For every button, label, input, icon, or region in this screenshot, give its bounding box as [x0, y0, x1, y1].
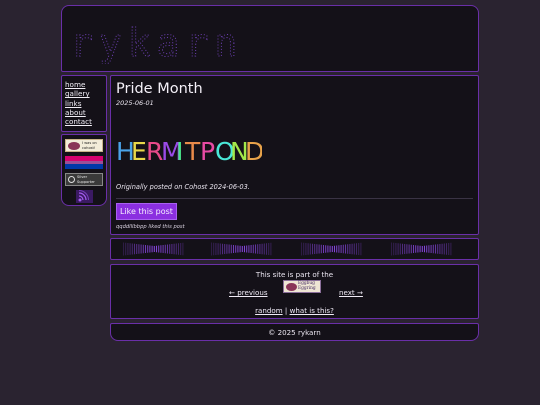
webring-info-link[interactable]: what is this? — [290, 306, 334, 315]
sidebar-nav: home gallery links about contact — [61, 75, 107, 132]
cohost-badge-label: I was on cohost! — [82, 141, 97, 150]
webring-previous-link[interactable]: ← previous — [229, 288, 268, 297]
post-image-letter: P — [200, 137, 215, 164]
post-panel: Pride Month 2025-06-01 HERMITPOND Origin… — [110, 75, 479, 235]
link-separator: | — [284, 306, 288, 315]
liked-by-text: qqddlllbbpp liked this post — [116, 224, 185, 230]
cohost-logo-icon — [68, 176, 75, 183]
site-header: rykarn — [61, 5, 479, 72]
nav-link-about[interactable]: about — [65, 108, 86, 117]
silver-badge-label: Silver Supporter — [77, 175, 95, 184]
post-image-letter: T — [184, 137, 201, 164]
post-image-letter: D — [245, 137, 262, 164]
stripe-pattern — [123, 242, 452, 256]
post-image-letter: E — [131, 137, 147, 164]
logo-text: rykarn — [70, 21, 243, 64]
post-image-letter: I — [176, 137, 183, 164]
eggring-banner-label: Eggbug Eggring — [298, 281, 316, 292]
divider — [116, 198, 473, 199]
post-image: HE RMI T P OND — [116, 137, 262, 164]
post-note: Originally posted on Cohost 2024-06-03. — [116, 183, 250, 191]
webring-bottom-links: random | what is this? — [111, 306, 478, 315]
site-logo[interactable]: rykarn — [68, 20, 252, 65]
like-button[interactable]: Like this post — [116, 203, 177, 220]
nav-link-gallery[interactable]: gallery — [65, 89, 90, 98]
eggbug-icon — [68, 142, 80, 150]
cohost-badge[interactable]: I was on cohost! — [65, 139, 103, 152]
silver-supporter-badge[interactable]: Silver Supporter — [65, 173, 103, 186]
eggbug-icon — [286, 283, 297, 291]
nav-link-home[interactable]: home — [65, 80, 85, 89]
badge-panel: I was on cohost! Silver Supporter — [61, 134, 107, 206]
copyright-text: © 2025 rykarn — [268, 328, 321, 337]
nav-link-contact[interactable]: contact — [65, 117, 92, 126]
webring-random-link[interactable]: random — [255, 306, 283, 315]
webring-intro: This site is part of the — [255, 270, 334, 279]
post-date: 2025-06-01 — [116, 99, 154, 107]
webring-panel: This site is part of the Eggbug Eggring … — [110, 264, 479, 319]
rss-icon[interactable] — [76, 190, 93, 203]
decorative-stripe — [110, 238, 479, 260]
post-title: Pride Month — [116, 81, 203, 97]
site-footer: © 2025 rykarn — [110, 323, 479, 341]
webring-next-link[interactable]: next → — [339, 288, 363, 297]
eggring-banner[interactable]: Eggbug Eggring — [283, 280, 321, 293]
nav-link-links[interactable]: links — [65, 99, 81, 108]
bi-flag-badge[interactable] — [65, 156, 103, 169]
